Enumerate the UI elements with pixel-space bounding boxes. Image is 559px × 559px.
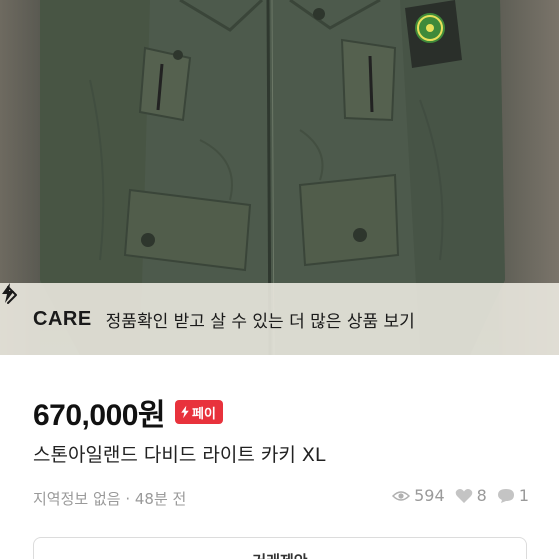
eye-icon [392, 490, 411, 501]
chevron-right-icon[interactable] [0, 283, 24, 307]
product-meta: 지역정보 없음 · 48분 전 [33, 490, 187, 508]
lightning-icon [181, 405, 189, 419]
heart-icon [455, 488, 472, 503]
offer-button-label: 거래제안 [252, 550, 307, 559]
care-banner[interactable]: CARE 정품확인 받고 살 수 있는 더 많은 상품 보기 [0, 283, 559, 355]
product-price: 670,000원 [33, 399, 166, 432]
price-row: 670,000원 페이 [33, 390, 223, 434]
product-title: 스톤아일랜드 다비드 라이트 카키 XL [33, 444, 326, 466]
likes-stat: 8 [455, 486, 487, 505]
care-banner-text: 정품확인 받고 살 수 있는 더 많은 상품 보기 [105, 311, 415, 332]
likes-count: 8 [476, 486, 487, 505]
pay-badge: 페이 [175, 400, 223, 424]
product-stats: 594 8 1 [382, 486, 529, 505]
views-count: 594 [414, 486, 445, 505]
offer-button[interactable]: 거래제안 [33, 537, 527, 559]
product-detail-page: CARE 정품확인 받고 살 수 있는 더 많은 상품 보기 670,000원 … [0, 0, 559, 559]
care-brand-label: CARE [33, 307, 92, 330]
chats-stat: 1 [497, 486, 529, 505]
views-stat: 594 [392, 486, 445, 505]
care-logo: CARE [2, 283, 92, 331]
chats-count: 1 [518, 486, 529, 505]
product-photo[interactable]: CARE 정품확인 받고 살 수 있는 더 많은 상품 보기 [0, 0, 559, 355]
chat-bubble-icon [497, 488, 514, 503]
pay-badge-label: 페이 [192, 406, 216, 422]
